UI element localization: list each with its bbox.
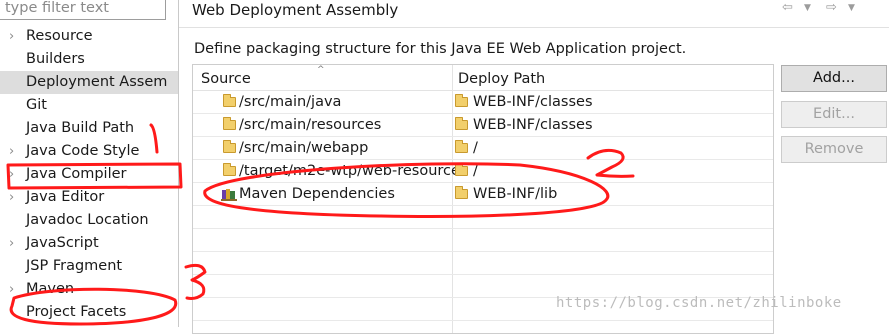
sidebar-item-label: Java Compiler xyxy=(26,166,127,182)
sidebar-item-git[interactable]: Git xyxy=(0,94,178,117)
back-arrow-icon[interactable]: ⇦ xyxy=(782,0,793,16)
deploy-path-cell: / xyxy=(473,140,478,156)
table-row[interactable] xyxy=(193,229,773,252)
source-cell: /target/m2e-wtp/web-resources xyxy=(239,163,468,179)
sidebar-item-java-code-style[interactable]: › Java Code Style xyxy=(0,140,178,163)
sidebar-item-label: Builders xyxy=(26,51,85,67)
pane-divider[interactable] xyxy=(178,0,179,327)
sidebar-item-project-facets[interactable]: Project Facets xyxy=(0,301,178,324)
sidebar-item-javadoc-location[interactable]: Javadoc Location xyxy=(0,209,178,232)
expand-chevron-icon[interactable]: › xyxy=(9,25,19,48)
property-page-nav: › Resource Builders Deployment Assem Git Java… xyxy=(0,0,178,327)
table-row[interactable]: Maven Dependencies WEB-INF/lib xyxy=(193,183,773,206)
table-row[interactable]: /target/m2e-wtp/web-resources / xyxy=(193,160,773,183)
source-cell: /src/main/webapp xyxy=(239,140,369,156)
table-row[interactable] xyxy=(193,206,773,229)
sidebar-item-label: JSP Fragment xyxy=(26,258,123,274)
deploy-path-cell: WEB-INF/classes xyxy=(473,94,593,110)
remove-button[interactable]: Remove xyxy=(781,136,887,163)
sidebar-item-java-editor[interactable]: › Java Editor xyxy=(0,186,178,209)
add-button[interactable]: Add... xyxy=(781,65,887,92)
folder-icon xyxy=(455,163,468,176)
folder-icon xyxy=(455,117,468,130)
forward-arrow-icon[interactable]: ⇨ xyxy=(826,0,837,16)
table-row[interactable] xyxy=(193,252,773,275)
sidebar-item-label: Javadoc Location xyxy=(26,212,149,228)
sidebar-item-builders[interactable]: Builders xyxy=(0,48,178,71)
deploy-path-cell: WEB-INF/classes xyxy=(473,117,593,133)
sidebar-item-label: Resource xyxy=(26,28,93,44)
sidebar-item-label: Git xyxy=(26,97,47,113)
edit-button[interactable]: Edit... xyxy=(781,101,887,128)
folder-icon xyxy=(223,117,236,130)
sidebar-item-label: Project Facets xyxy=(26,304,127,320)
sidebar-item-label: Java Editor xyxy=(26,189,105,205)
source-cell: Maven Dependencies xyxy=(239,186,395,202)
folder-icon xyxy=(455,94,468,107)
filter-input[interactable] xyxy=(0,0,166,20)
sidebar-item-resource[interactable]: › Resource xyxy=(0,25,178,48)
expand-chevron-icon[interactable]: › xyxy=(9,140,19,163)
watermark: https://blog.csdn.net/zhilinboke xyxy=(556,295,842,311)
sidebar-item-jsp-fragment[interactable]: JSP Fragment xyxy=(0,255,178,278)
page-description: Define packaging structure for this Java… xyxy=(194,41,687,57)
sidebar-item-label: Deployment Assem xyxy=(26,74,168,90)
source-cell: /src/main/resources xyxy=(239,117,382,133)
chevron-down-icon[interactable]: ▼ xyxy=(848,0,855,16)
folder-icon xyxy=(455,186,468,199)
source-cell: /src/main/java xyxy=(239,94,342,110)
deploy-path-cell: WEB-INF/lib xyxy=(473,186,558,202)
expand-chevron-icon[interactable]: › xyxy=(9,186,19,209)
sort-ascending-icon: ^ xyxy=(317,65,325,75)
page-title: Web Deployment Assembly xyxy=(192,1,399,19)
sidebar-item-label: Maven xyxy=(26,281,75,297)
expand-chevron-icon[interactable]: › xyxy=(9,163,19,186)
table-row[interactable]: /src/main/resources WEB-INF/classes xyxy=(193,114,773,137)
folder-icon xyxy=(223,94,236,107)
folder-icon xyxy=(223,140,236,153)
column-header-source[interactable]: Source xyxy=(201,65,251,90)
sidebar-item-java-compiler[interactable]: › Java Compiler xyxy=(0,163,178,186)
sidebar-item-javascript[interactable]: › JavaScript xyxy=(0,232,178,255)
column-header-deploy-path[interactable]: Deploy Path xyxy=(458,65,545,90)
deploy-path-cell: / xyxy=(473,163,478,179)
sidebar-item-deployment-assem[interactable]: Deployment Assem xyxy=(0,71,178,94)
folder-icon xyxy=(223,163,236,176)
sidebar-item-java-build-path[interactable]: Java Build Path xyxy=(0,117,178,140)
table-row[interactable]: /src/main/java WEB-INF/classes xyxy=(193,91,773,114)
expand-chevron-icon[interactable]: › xyxy=(9,232,19,255)
library-icon xyxy=(221,189,237,201)
header-divider xyxy=(179,27,889,28)
table-header: Source ^ Deploy Path xyxy=(193,65,773,91)
sidebar-item-label: Java Code Style xyxy=(26,143,140,159)
sidebar-item-maven[interactable]: › Maven xyxy=(0,278,178,301)
deployment-table: Source ^ Deploy Path /src/main/java WEB-I… xyxy=(192,64,774,334)
folder-icon xyxy=(455,140,468,153)
sidebar-item-label: JavaScript xyxy=(26,235,99,251)
expand-chevron-icon[interactable]: › xyxy=(9,278,19,301)
chevron-down-icon[interactable]: ▼ xyxy=(804,0,811,16)
table-row[interactable]: /src/main/webapp / xyxy=(193,137,773,160)
sidebar-item-label: Java Build Path xyxy=(26,120,135,136)
